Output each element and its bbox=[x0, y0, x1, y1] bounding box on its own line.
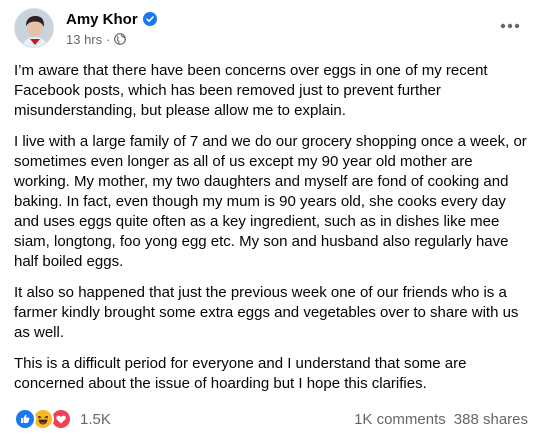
post-body: I’m aware that there have been concerns … bbox=[14, 61, 528, 405]
engagement-stats: 1K comments 388 shares bbox=[354, 411, 528, 428]
post-paragraph: I’m aware that there have been concerns … bbox=[14, 62, 488, 119]
post-meta: 13 hrs · bbox=[66, 30, 157, 48]
post-timestamp[interactable]: 13 hrs bbox=[66, 32, 102, 47]
post-paragraph: This is a difficult period for everyone … bbox=[14, 355, 467, 392]
like-icon bbox=[14, 408, 36, 430]
globe-icon[interactable] bbox=[114, 33, 127, 45]
comments-count[interactable]: 1K comments bbox=[354, 411, 446, 428]
facebook-post: Amy Khor 13 hrs · I’m aware that there h… bbox=[0, 0, 541, 436]
author-avatar[interactable] bbox=[14, 8, 54, 48]
post-paragraph: I live with a large family of 7 and we d… bbox=[14, 133, 527, 270]
post-header: Amy Khor 13 hrs · bbox=[14, 6, 526, 50]
more-options-icon bbox=[500, 23, 520, 29]
author-name[interactable]: Amy Khor bbox=[66, 11, 138, 28]
meta-separator: · bbox=[106, 31, 111, 47]
author-info: Amy Khor 13 hrs · bbox=[66, 8, 157, 48]
reaction-count[interactable]: 1.5K bbox=[80, 411, 111, 428]
shares-count[interactable]: 388 shares bbox=[454, 411, 528, 428]
verified-badge-icon bbox=[142, 12, 157, 26]
reaction-icons[interactable] bbox=[14, 408, 72, 430]
post-paragraph: It also so happened that just the previo… bbox=[14, 284, 519, 341]
more-options-button[interactable] bbox=[496, 12, 524, 40]
author-row: Amy Khor bbox=[66, 8, 157, 30]
post-footer: 1.5K 1K comments 388 shares bbox=[14, 407, 528, 431]
